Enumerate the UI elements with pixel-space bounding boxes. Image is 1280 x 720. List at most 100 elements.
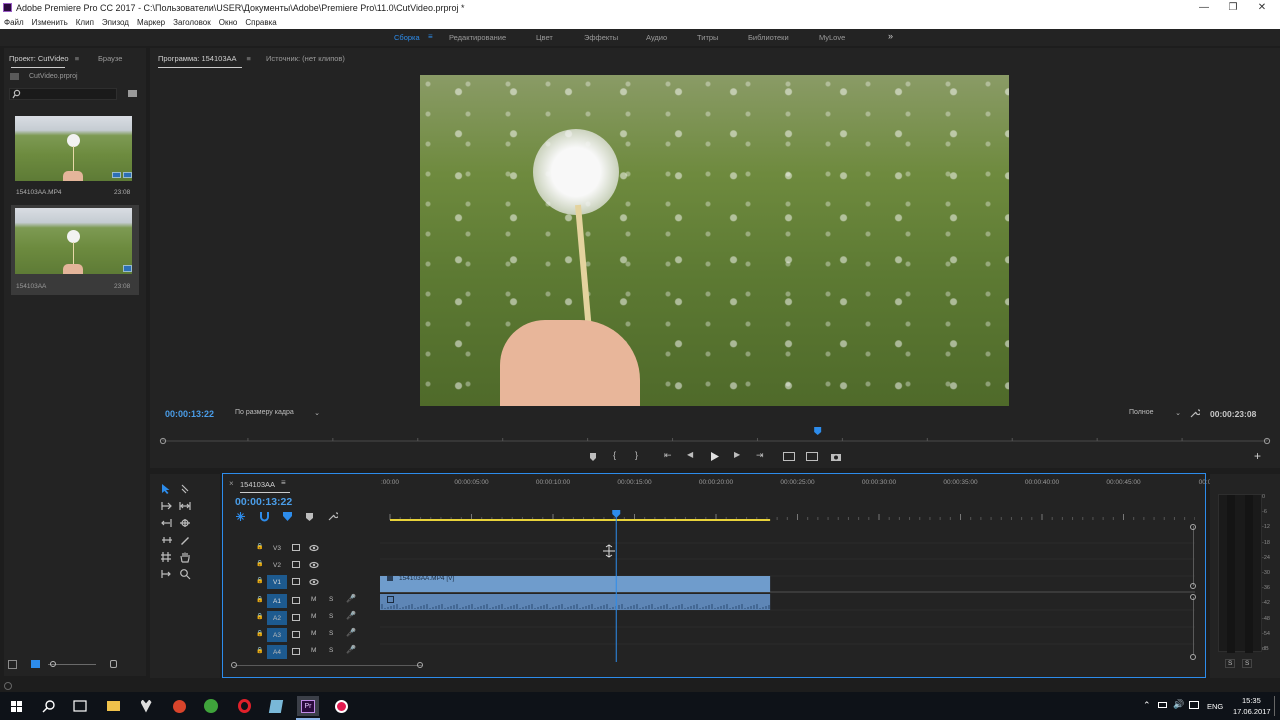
add-marker-icon[interactable] xyxy=(305,512,314,522)
lock-icon[interactable]: 🔒 xyxy=(256,560,263,567)
menu-clip[interactable]: Клип xyxy=(76,18,94,27)
scroll-handle[interactable] xyxy=(1190,583,1196,589)
workspace-titles[interactable]: Титры xyxy=(697,33,718,42)
play-icon[interactable] xyxy=(710,451,720,462)
wrench-icon[interactable] xyxy=(1189,408,1200,419)
button-editor-add-icon[interactable]: + xyxy=(1254,449,1261,463)
video-vertical-scrollbar[interactable] xyxy=(1193,526,1194,586)
solo-button[interactable]: S xyxy=(329,596,333,603)
nest-icon[interactable] xyxy=(235,511,246,522)
new-bin-icon[interactable] xyxy=(128,90,137,97)
windows-start-icon[interactable] xyxy=(5,696,27,716)
slip-tool-icon[interactable] xyxy=(160,534,174,546)
menu-file[interactable]: Файл xyxy=(4,18,24,27)
voiceover-mic-icon[interactable]: 🎤 xyxy=(346,628,356,637)
rate-stretch-tool-icon[interactable] xyxy=(160,517,174,529)
track-label[interactable]: V3 xyxy=(267,541,287,555)
track-label[interactable]: A3 xyxy=(267,628,287,642)
sync-lock-icon[interactable] xyxy=(292,544,300,551)
voiceover-mic-icon[interactable]: 🎤 xyxy=(346,645,356,654)
workspace-more-button[interactable]: » xyxy=(888,31,893,41)
eye-icon[interactable] xyxy=(309,578,319,586)
premiere-taskbar-icon[interactable]: Pr xyxy=(297,696,319,716)
timeline-timecode[interactable]: 00:00:13:22 xyxy=(235,496,292,508)
eye-icon[interactable] xyxy=(309,561,319,569)
project-item-2[interactable]: 154103AA 23:08 xyxy=(11,205,139,295)
menu-title[interactable]: Заголовок xyxy=(173,18,211,27)
file-explorer-icon[interactable] xyxy=(102,696,124,716)
mute-button[interactable]: M xyxy=(311,596,316,603)
workspace-color[interactable]: Цвет xyxy=(536,33,553,42)
lock-icon[interactable]: 🔒 xyxy=(256,647,263,654)
solo-button[interactable]: S xyxy=(329,630,333,637)
app-icon-green[interactable] xyxy=(200,696,222,716)
app-icon-record[interactable] xyxy=(330,696,352,716)
fit-dropdown[interactable]: По размеру кадра ⌄ xyxy=(234,406,322,419)
solo-button[interactable]: S xyxy=(329,613,333,620)
workspace-assembly[interactable]: Сборка xyxy=(394,33,420,42)
zoom-slider-handle[interactable] xyxy=(50,661,56,667)
snap-icon[interactable] xyxy=(259,511,270,522)
maximize-button[interactable]: ❐ xyxy=(1219,0,1247,15)
lock-icon[interactable]: 🔒 xyxy=(256,577,263,584)
close-button[interactable]: ✕ xyxy=(1248,0,1276,15)
clock-date[interactable]: 17.06.2017 xyxy=(1233,707,1271,716)
keyboard-icon[interactable] xyxy=(1189,701,1199,709)
scroll-handle[interactable] xyxy=(1190,654,1196,660)
add-marker-icon[interactable] xyxy=(588,452,598,462)
mark-out-icon[interactable]: } xyxy=(635,450,638,460)
lock-icon[interactable]: 🔒 xyxy=(256,630,263,637)
slide-tool-icon[interactable] xyxy=(160,551,172,563)
export-frame-icon[interactable] xyxy=(830,452,842,462)
mute-button[interactable]: M xyxy=(311,613,316,620)
sequence-tab[interactable]: 154103AA xyxy=(240,480,275,489)
workspace-mylove[interactable]: MyLove xyxy=(819,33,845,42)
scroll-right-handle[interactable] xyxy=(417,662,423,668)
scroll-left-handle[interactable] xyxy=(231,662,237,668)
workspace-effects[interactable]: Эффекты xyxy=(584,33,618,42)
audio-vertical-scrollbar[interactable] xyxy=(1193,597,1194,655)
linked-selection-icon[interactable] xyxy=(282,511,293,522)
close-sequence-icon[interactable]: × xyxy=(229,479,234,488)
track-label[interactable]: A4 xyxy=(267,645,287,659)
voiceover-mic-icon[interactable]: 🎤 xyxy=(346,594,356,603)
track-label[interactable]: A1 xyxy=(267,594,287,608)
mute-button[interactable]: M xyxy=(311,647,316,654)
app-icon-wolf[interactable] xyxy=(135,696,157,716)
workspace-menu-icon[interactable]: ≡ xyxy=(428,32,433,41)
sync-lock-icon[interactable] xyxy=(292,614,300,621)
hand-tool-icon[interactable] xyxy=(179,551,191,563)
program-playhead[interactable] xyxy=(814,427,822,435)
minimize-button[interactable]: — xyxy=(1190,0,1218,15)
track-select-tool-icon[interactable] xyxy=(179,483,191,495)
step-back-icon[interactable]: ◀ xyxy=(687,450,693,459)
eye-icon[interactable] xyxy=(309,544,319,552)
clock-time[interactable]: 15:35 xyxy=(1242,696,1261,705)
go-to-in-icon[interactable]: ⇤ xyxy=(664,450,672,461)
program-timecode[interactable]: 00:00:13:22 xyxy=(165,409,214,419)
sync-lock-icon[interactable] xyxy=(292,631,300,638)
sequence-menu-icon[interactable]: ≡ xyxy=(281,478,286,487)
project-item-1[interactable]: 154103AA.MP4 23:08 xyxy=(11,110,139,200)
timeline-horizontal-scrollbar[interactable] xyxy=(234,665,422,666)
lift-icon[interactable] xyxy=(783,452,795,461)
project-search-input[interactable] xyxy=(9,88,117,100)
scroll-handle[interactable] xyxy=(1190,524,1196,530)
lock-icon[interactable]: 🔒 xyxy=(256,543,263,550)
mute-button[interactable]: M xyxy=(311,630,316,637)
sync-lock-icon[interactable] xyxy=(292,597,300,604)
voiceover-mic-icon[interactable]: 🎤 xyxy=(346,611,356,620)
type-tool-icon[interactable] xyxy=(160,568,174,580)
razor-tool-icon[interactable] xyxy=(178,517,192,529)
language-indicator[interactable]: ENG xyxy=(1207,702,1223,711)
program-tab[interactable]: Программа: 154103AA ≡ xyxy=(158,54,251,63)
menu-edit[interactable]: Изменить xyxy=(32,18,68,27)
sync-lock-icon[interactable] xyxy=(292,648,300,655)
media-browser-tab[interactable]: Браузе xyxy=(98,54,122,63)
timeline-playhead[interactable] xyxy=(612,510,621,518)
list-view-icon[interactable] xyxy=(8,660,17,669)
sort-icon[interactable] xyxy=(110,660,117,668)
lock-icon[interactable]: 🔒 xyxy=(256,613,263,620)
solo-right-button[interactable]: S xyxy=(1242,659,1253,668)
track-label[interactable]: V2 xyxy=(267,558,287,572)
